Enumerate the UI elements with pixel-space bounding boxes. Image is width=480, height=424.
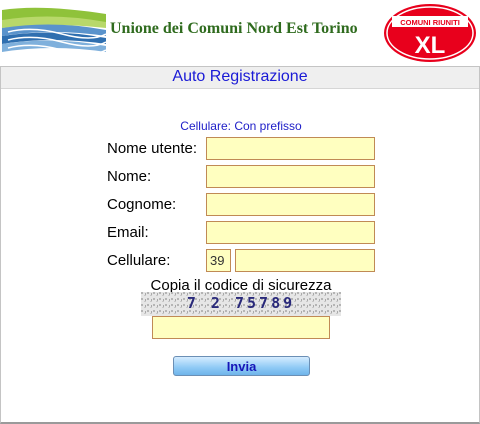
submit-button[interactable]: Invia <box>173 356 310 376</box>
phone-hint: Cellulare: Con prefisso <box>180 119 302 133</box>
firstname-label: Nome: <box>107 168 152 185</box>
landscape-waves-logo <box>2 6 106 58</box>
captcha-input[interactable] <box>152 316 330 339</box>
username-input[interactable] <box>206 137 375 160</box>
lastname-label: Cognome: <box>107 196 177 213</box>
lastname-input[interactable] <box>206 193 375 216</box>
username-label: Nome utente: <box>107 140 198 157</box>
email-input[interactable] <box>206 221 375 244</box>
site-header: Unione dei Comuni Nord Est Torino COMUNI… <box>0 0 480 66</box>
phone-label: Cellulare: <box>107 252 171 269</box>
phone-input[interactable] <box>235 249 375 272</box>
comuni-riuniti-xl-logo: COMUNI RIUNITI XL <box>384 4 476 62</box>
firstname-input[interactable] <box>206 165 375 188</box>
phone-prefix-input[interactable] <box>206 249 231 272</box>
xl-logo-main-text: XL <box>415 32 446 59</box>
registration-panel: Auto Registrazione Cellulare: Con prefis… <box>0 66 480 424</box>
page-title: Auto Registrazione <box>172 68 308 85</box>
panel-title-bar: Auto Registrazione <box>1 67 479 89</box>
captcha-image: 7 2 75789 <box>141 292 341 316</box>
email-label: Email: <box>107 224 149 241</box>
captcha-code: 7 2 75789 <box>186 294 296 312</box>
xl-logo-top-text: COMUNI RIUNITI <box>400 18 460 27</box>
organization-name: Unione dei Comuni Nord Est Torino <box>110 20 358 37</box>
